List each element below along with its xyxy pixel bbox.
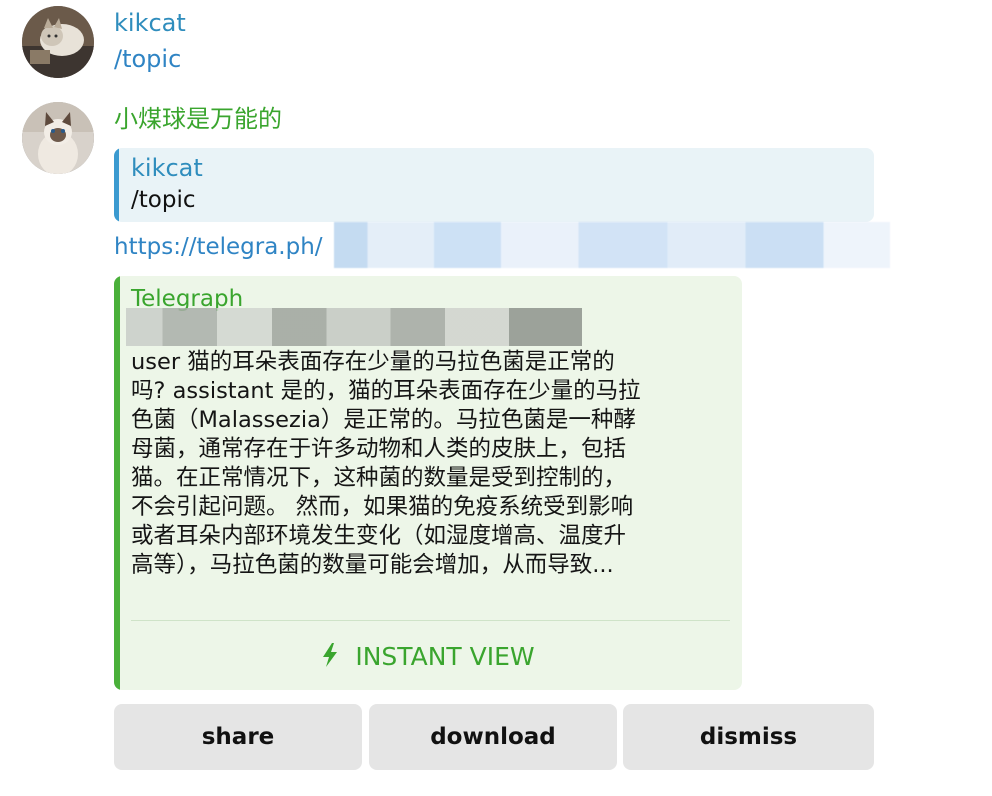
preview-divider [131,620,730,621]
avatar[interactable] [22,102,94,174]
reply-accent-bar [114,148,119,222]
instant-view-button[interactable]: INSTANT VIEW [114,640,742,674]
message-bot: 小煤球是万能的 kikcat /topic https://telegra.ph… [0,0,992,796]
preview-accent-bar [114,276,120,690]
message-link[interactable]: https://telegra.ph/ [114,232,323,262]
dismiss-button[interactable]: dismiss [623,704,874,770]
reply-quote[interactable]: kikcat /topic [114,148,874,222]
preview-description: user 猫的耳朵表面存在少量的马拉色菌是正常的 吗? assistant 是的… [131,349,641,578]
redacted-link-path [334,222,890,268]
download-button[interactable]: download [369,704,617,770]
instant-view-label: INSTANT VIEW [355,642,535,671]
share-button[interactable]: share [114,704,362,770]
link-preview-card[interactable]: Telegraph user 猫的耳朵表面存在少量的马拉色菌是正常的 吗? as… [114,276,742,690]
lightning-bolt-icon [323,643,338,667]
reply-text: /topic [131,187,196,213]
sender-name[interactable]: 小煤球是万能的 [114,104,282,134]
reply-sender-name: kikcat [131,154,203,182]
redacted-preview-title [126,308,582,346]
